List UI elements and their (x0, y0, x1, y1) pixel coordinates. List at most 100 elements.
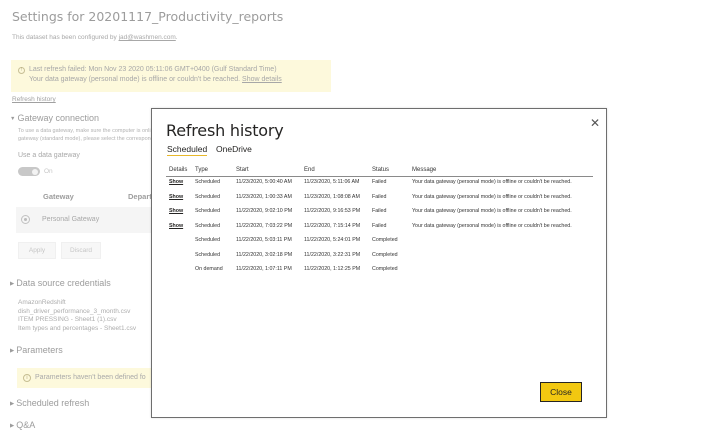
refresh-history-dialog: ✕ Refresh history Scheduled OneDrive Det… (151, 108, 607, 418)
table-row: Scheduled 11/22/2020, 5:03:11 PM 11/22/202… (166, 235, 593, 250)
status-cell: Failed (372, 222, 387, 229)
show-details-link[interactable]: Show (169, 179, 183, 185)
table-row: Show Scheduled 11/22/2020, 7:03:22 PM 11/22… (166, 221, 593, 236)
configured-email-link[interactable]: jad@washmen.com (119, 34, 176, 41)
alert-message: Your data gateway (personal mode) is off… (29, 76, 241, 83)
configured-by-text: This dataset has been configured by jad@… (12, 34, 178, 41)
table-row: Show Scheduled 11/23/2020, 5:00:40 AM 11/23… (166, 177, 593, 192)
caret-down-icon: ▼ (10, 116, 16, 122)
status-cell: Completed (372, 237, 398, 243)
end-cell: 11/22/2020, 1:12:25 PM (304, 266, 361, 272)
data-source-credentials-heading[interactable]: ▶ Data source credentials (10, 278, 111, 288)
status-cell: Failed (372, 179, 387, 185)
use-gateway-toggle[interactable] (18, 167, 40, 176)
gateway-desc-line-2: gateway (standard mode), please select t… (18, 136, 153, 142)
start-cell: 11/22/2020, 3:02:18 PM (236, 251, 293, 258)
data-source-item: Item types and percentages - Sheet1.csv (18, 324, 137, 332)
status-cell: Failed (372, 193, 387, 200)
show-details-link[interactable]: Show (169, 223, 183, 229)
end-cell: 11/23/2020, 5:11:06 AM (304, 179, 360, 185)
end-cell: 11/23/2020, 1:08:08 AM (304, 193, 360, 200)
type-cell: On demand (195, 266, 223, 272)
qa-heading[interactable]: ▶ Q&A (10, 420, 35, 430)
end-cell: 11/22/2020, 5:24:01 PM (304, 237, 361, 243)
gateway-column-header: Gateway (43, 192, 74, 201)
message-cell: Your data gateway (personal mode) is off… (412, 193, 572, 200)
table-header: Details Type Start End Status Message (166, 166, 593, 177)
data-source-credentials-title: Data source credentials (16, 278, 111, 288)
parameters-message: Parameters haven't been defined fo (35, 374, 146, 381)
type-cell: Scheduled (195, 193, 221, 200)
status-cell: Completed (372, 251, 398, 258)
data-source-item: dish_driver_performance_3_month.csv (18, 307, 131, 315)
start-cell: 11/22/2020, 7:03:22 PM (236, 222, 293, 229)
gateway-connection-heading[interactable]: ▼ Gateway connection (10, 113, 99, 123)
discard-button[interactable]: Discard (61, 242, 101, 259)
table-row: On demand 11/22/2020, 1:07:11 PM 11/22/202… (166, 264, 593, 279)
parameters-title: Parameters (16, 345, 63, 355)
show-details-link[interactable]: Show (169, 194, 183, 200)
scheduled-refresh-heading[interactable]: ▶ Scheduled refresh (10, 398, 89, 408)
column-header-details: Details (169, 167, 188, 173)
table-row: Show Scheduled 11/23/2020, 1:00:33 AM 11/23… (166, 192, 593, 207)
type-cell: Scheduled (195, 222, 221, 229)
close-button[interactable]: Close (540, 382, 582, 402)
refresh-failed-alert: ! Last refresh failed: Mon Nov 23 2020 0… (11, 60, 331, 92)
use-gateway-label: Use a data gateway (18, 152, 80, 159)
data-source-item: AmazonRedshift (18, 299, 66, 306)
dialog-title: Refresh history (166, 121, 284, 140)
message-cell: Your data gateway (personal mode) is off… (412, 179, 572, 185)
data-source-list: AmazonRedshift dish_driver_performance_3… (18, 299, 136, 333)
page-title: Settings for 20201117_Productivity_repor… (12, 9, 284, 24)
end-cell: 11/22/2020, 3:22:31 PM (304, 251, 361, 258)
qa-title: Q&A (16, 420, 36, 430)
scheduled-refresh-title: Scheduled refresh (16, 398, 90, 408)
type-cell: Scheduled (195, 237, 221, 243)
refresh-history-link[interactable]: Refresh history (12, 96, 56, 103)
gateway-radio[interactable] (21, 215, 30, 224)
apply-button[interactable]: Apply (18, 242, 56, 259)
start-cell: 11/22/2020, 9:02:10 PM (236, 208, 293, 214)
gateway-connection-title: Gateway connection (17, 113, 100, 123)
configured-suffix: . (175, 34, 178, 41)
table-body: Show Scheduled 11/23/2020, 5:00:40 AM 11/23… (166, 177, 593, 279)
toggle-state-label: On (44, 168, 53, 175)
start-cell: 11/23/2020, 1:00:33 AM (236, 193, 292, 200)
tab-scheduled[interactable]: Scheduled (167, 144, 208, 156)
info-icon: i (23, 373, 31, 382)
show-details-link[interactable]: Show (169, 208, 183, 214)
column-header-end: End (304, 167, 315, 173)
gateway-name: Personal Gateway (42, 216, 100, 223)
caret-right-icon: ▶ (10, 348, 15, 354)
parameters-heading[interactable]: ▶ Parameters (10, 345, 63, 355)
caret-right-icon: ▶ (10, 281, 15, 287)
column-header-type: Type (195, 167, 209, 173)
gateway-description: To use a data gateway, make sure the com… (18, 127, 153, 143)
alert-line-1: Last refresh failed: Mon Nov 23 2020 05:… (29, 66, 277, 73)
refresh-history-table: Details Type Start End Status Message Sh… (166, 166, 593, 279)
status-cell: Failed (372, 208, 387, 214)
tab-onedrive[interactable]: OneDrive (216, 144, 252, 154)
caret-right-icon: ▶ (10, 401, 15, 407)
gateway-row[interactable]: Personal Gateway (16, 207, 152, 233)
gateway-desc-line-1: To use a data gateway, make sure the com… (18, 128, 153, 134)
department-column-header: Depart (128, 192, 152, 201)
column-header-start: Start (236, 167, 249, 173)
table-row: Show Scheduled 11/22/2020, 9:02:10 PM 11/22… (166, 206, 593, 221)
configured-prefix: This dataset has been configured by (12, 34, 119, 41)
warning-icon: ! (18, 67, 25, 74)
type-cell: Scheduled (195, 251, 221, 258)
column-header-message: Message (412, 167, 437, 173)
table-row: Scheduled 11/22/2020, 3:02:18 PM 11/22/202… (166, 250, 593, 265)
message-cell: Your data gateway (personal mode) is off… (412, 208, 572, 214)
start-cell: 11/22/2020, 1:07:11 PM (236, 266, 292, 272)
close-icon[interactable]: ✕ (589, 117, 601, 129)
alert-line-2: Your data gateway (personal mode) is off… (29, 76, 282, 83)
type-cell: Scheduled (195, 179, 221, 185)
message-cell: Your data gateway (personal mode) is off… (412, 222, 572, 229)
status-cell: Completed (372, 266, 398, 272)
show-details-link[interactable]: Show details (242, 76, 282, 83)
column-header-status: Status (372, 167, 390, 173)
caret-right-icon: ▶ (10, 423, 15, 429)
parameters-info-alert: i Parameters haven't been defined fo (17, 368, 151, 388)
